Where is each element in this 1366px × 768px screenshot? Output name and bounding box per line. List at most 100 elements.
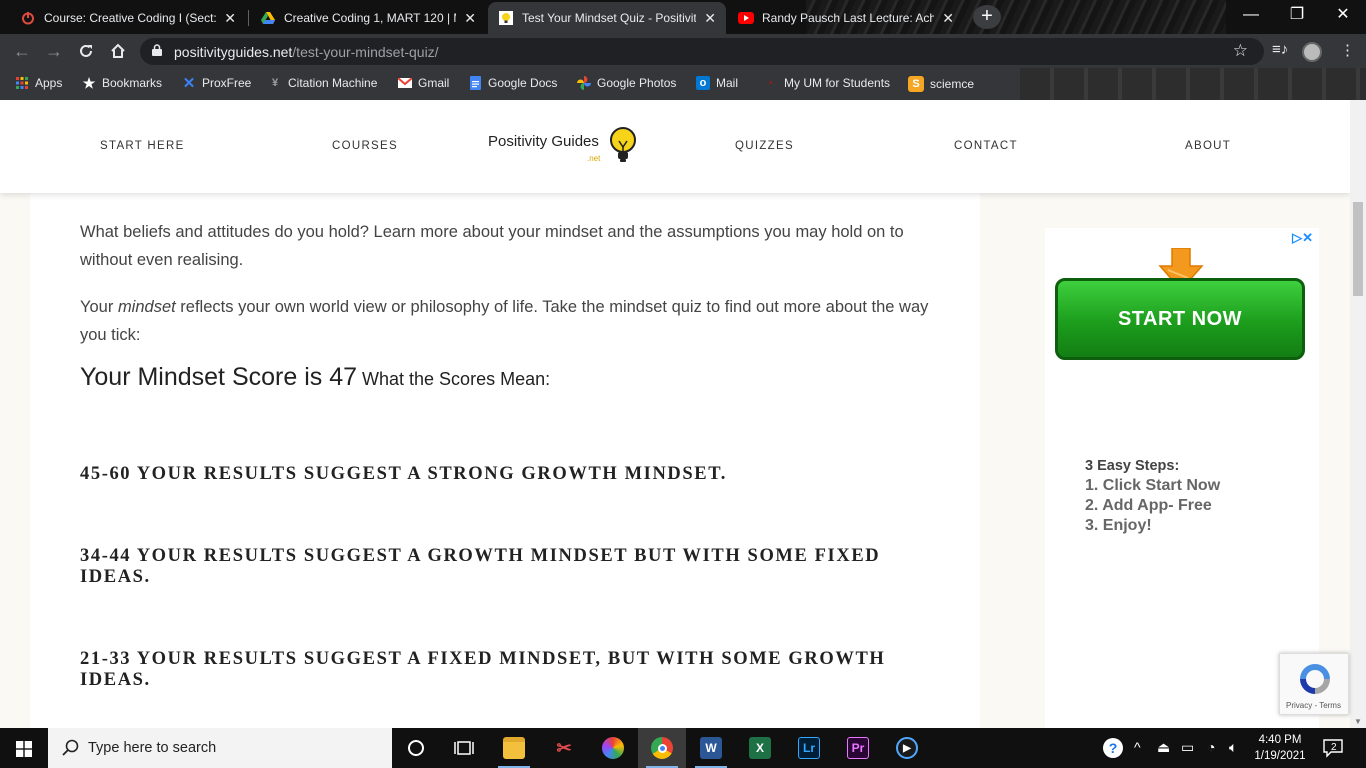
scroll-down-arrow-icon[interactable]: ▼ <box>1354 717 1362 726</box>
nav-quizzes[interactable]: QUIZZES <box>735 140 794 152</box>
close-icon[interactable]: ✕ <box>224 10 236 27</box>
minimize-button[interactable]: — <box>1228 0 1274 30</box>
browser-toolbar: ← → positivityguides.net/test-your-minds… <box>0 34 1366 68</box>
proxfree-icon: ✕ <box>182 75 196 92</box>
taskbar-snipping-tool[interactable]: ✂ <box>540 728 588 768</box>
ad-step: 1. Click Start Now <box>1085 477 1221 494</box>
taskbar-premiere[interactable]: Pr <box>834 728 882 768</box>
scrollbar-thumb[interactable] <box>1353 202 1363 296</box>
bookmark-my-um[interactable]: ▪ My UM for Students <box>764 76 890 90</box>
bookmark-bookmarks[interactable]: ★ Bookmarks <box>82 75 163 91</box>
recaptcha-terms[interactable]: Privacy - Terms <box>1286 701 1341 710</box>
web-page: START HERE COURSES Positivity Guides .ne… <box>0 100 1366 728</box>
bookmark-star-icon[interactable]: ☆ <box>1233 41 1248 61</box>
back-arrow-icon[interactable]: ← <box>10 40 34 62</box>
tab-title: Course: Creative Coding I (Sect: 5 <box>44 11 217 25</box>
bookmark-gmail[interactable]: Gmail <box>398 76 449 90</box>
nav-start-here[interactable]: START HERE <box>100 140 185 152</box>
browser-tab-strip: Course: Creative Coding I (Sect: 5 ✕ Cre… <box>0 0 1366 34</box>
forward-arrow-icon[interactable]: → <box>42 40 66 62</box>
bookmark-google-photos[interactable]: Google Photos <box>577 76 676 90</box>
lightbulb-icon <box>498 10 514 26</box>
notification-count: 2 <box>1331 742 1337 753</box>
cortana-button[interactable] <box>392 728 440 768</box>
taskbar-excel[interactable]: X <box>736 728 784 768</box>
taskbar-chrome[interactable] <box>638 728 686 768</box>
menu-kebab-icon[interactable]: ⋮ <box>1340 41 1355 59</box>
task-view-icon <box>454 741 474 755</box>
scissors-icon: ✂ <box>556 737 572 758</box>
url-text[interactable]: positivityguides.net/test-your-mindset-q… <box>174 44 439 60</box>
bookmark-label: Apps <box>35 76 63 90</box>
ad-steps-title: 3 Easy Steps: <box>1085 458 1180 474</box>
bookmark-google-docs[interactable]: Google Docs <box>468 76 557 90</box>
lightbulb-logo-icon[interactable] <box>608 127 638 163</box>
bookmark-sciemce[interactable]: S sciemce <box>908 76 974 92</box>
close-icon[interactable]: ✕ <box>464 10 476 27</box>
ad-steps: 3 Easy Steps: 1. Click Start Now 2. Add … <box>1085 456 1220 536</box>
bookmark-proxfree[interactable]: ✕ ProxFree <box>182 75 252 92</box>
close-icon[interactable]: ✕ <box>942 10 954 27</box>
clock-date: 1/19/2021 <box>1254 750 1306 762</box>
folder-icon <box>503 737 525 759</box>
tab-mindset-quiz[interactable]: Test Your Mindset Quiz - Positivit ✕ <box>488 2 726 34</box>
adchoices-icon[interactable]: ▷✕ <box>1292 230 1313 246</box>
start-now-button[interactable]: START NOW <box>1055 278 1305 360</box>
taskbar-search[interactable]: Type here to search <box>48 728 392 768</box>
help-icon[interactable]: ? <box>1102 737 1124 762</box>
usb-device-icon[interactable]: ⏏ <box>1157 739 1170 756</box>
media-control-icon[interactable]: ≡♪ <box>1272 41 1288 58</box>
taskbar-paint[interactable] <box>589 728 637 768</box>
show-hidden-icons-chevron-icon[interactable]: ^ <box>1134 739 1141 755</box>
s-icon: S <box>908 76 924 92</box>
tab-title: Creative Coding 1, MART 120 | M <box>284 11 457 25</box>
advertisement: ▷✕ START NOW 3 Easy Steps: 1. Click Star… <box>1045 228 1319 728</box>
bookmark-mail[interactable]: o Mail <box>696 76 738 90</box>
recaptcha-badge[interactable]: Privacy - Terms <box>1279 653 1349 715</box>
site-logo-tld: .net <box>587 154 601 163</box>
bookmark-label: ProxFree <box>202 76 252 90</box>
citation-icon: ¥ <box>271 77 279 89</box>
windows-start-button[interactable] <box>0 728 48 768</box>
lock-icon <box>152 44 162 56</box>
taskbar-media-player[interactable]: ▶ <box>883 728 931 768</box>
home-icon[interactable] <box>106 40 130 62</box>
nav-courses[interactable]: COURSES <box>332 140 398 152</box>
tab-randy-pausch[interactable]: Randy Pausch Last Lecture: Achie ✕ <box>728 2 964 34</box>
page-scrollbar[interactable]: ▼ <box>1350 100 1366 728</box>
site-header: START HERE COURSES Positivity Guides .ne… <box>0 100 1350 193</box>
wifi-icon[interactable]: ◔ <box>1207 739 1215 755</box>
volume-icon[interactable]: 🔈︎ <box>1229 739 1237 756</box>
taskbar-lightroom[interactable]: Lr <box>785 728 833 768</box>
tab-creative-coding[interactable]: Creative Coding 1, MART 120 | M ✕ <box>250 2 486 34</box>
clock-time: 4:40 PM <box>1258 734 1302 746</box>
ad-step: 3. Enjoy! <box>1085 517 1152 534</box>
profile-avatar[interactable] <box>1302 42 1322 62</box>
site-logo-text[interactable]: Positivity Guides <box>488 133 599 150</box>
address-bar[interactable]: positivityguides.net/test-your-mindset-q… <box>140 38 1264 65</box>
window-close-button[interactable]: ✕ <box>1320 0 1366 30</box>
taskbar-file-explorer[interactable] <box>490 728 538 768</box>
battery-icon[interactable]: ▭ <box>1181 739 1194 756</box>
action-center-button[interactable]: 2 <box>1322 738 1344 758</box>
bookmark-label: Citation Machine <box>288 76 378 90</box>
bookmark-label: sciemce <box>930 77 975 91</box>
nav-about[interactable]: ABOUT <box>1185 140 1231 152</box>
bookmark-label: Mail <box>716 76 739 90</box>
bookmarks-bar: Apps ★ Bookmarks ✕ ProxFree ¥ Citation M… <box>0 68 1366 100</box>
bookmark-label: Bookmarks <box>102 76 163 90</box>
reload-icon[interactable] <box>74 40 98 62</box>
paint-icon <box>602 737 624 759</box>
restore-button[interactable]: ❐ <box>1274 0 1320 30</box>
bookmark-citation-machine[interactable]: ¥ Citation Machine <box>268 76 377 90</box>
nav-contact[interactable]: CONTACT <box>954 140 1018 152</box>
bookmark-apps[interactable]: Apps <box>15 76 62 90</box>
taskbar-word[interactable]: W <box>687 728 735 768</box>
tab-course[interactable]: Course: Creative Coding I (Sect: 5 ✕ <box>10 2 246 34</box>
task-view-button[interactable] <box>440 728 488 768</box>
system-clock[interactable]: 4:40 PM 1/19/2021 <box>1250 732 1310 764</box>
score-range-heading: 21-33 Your results suggest a fixed minds… <box>80 649 886 690</box>
close-icon[interactable]: ✕ <box>704 10 716 27</box>
power-icon <box>20 10 36 26</box>
new-tab-button[interactable]: + <box>973 5 1001 29</box>
